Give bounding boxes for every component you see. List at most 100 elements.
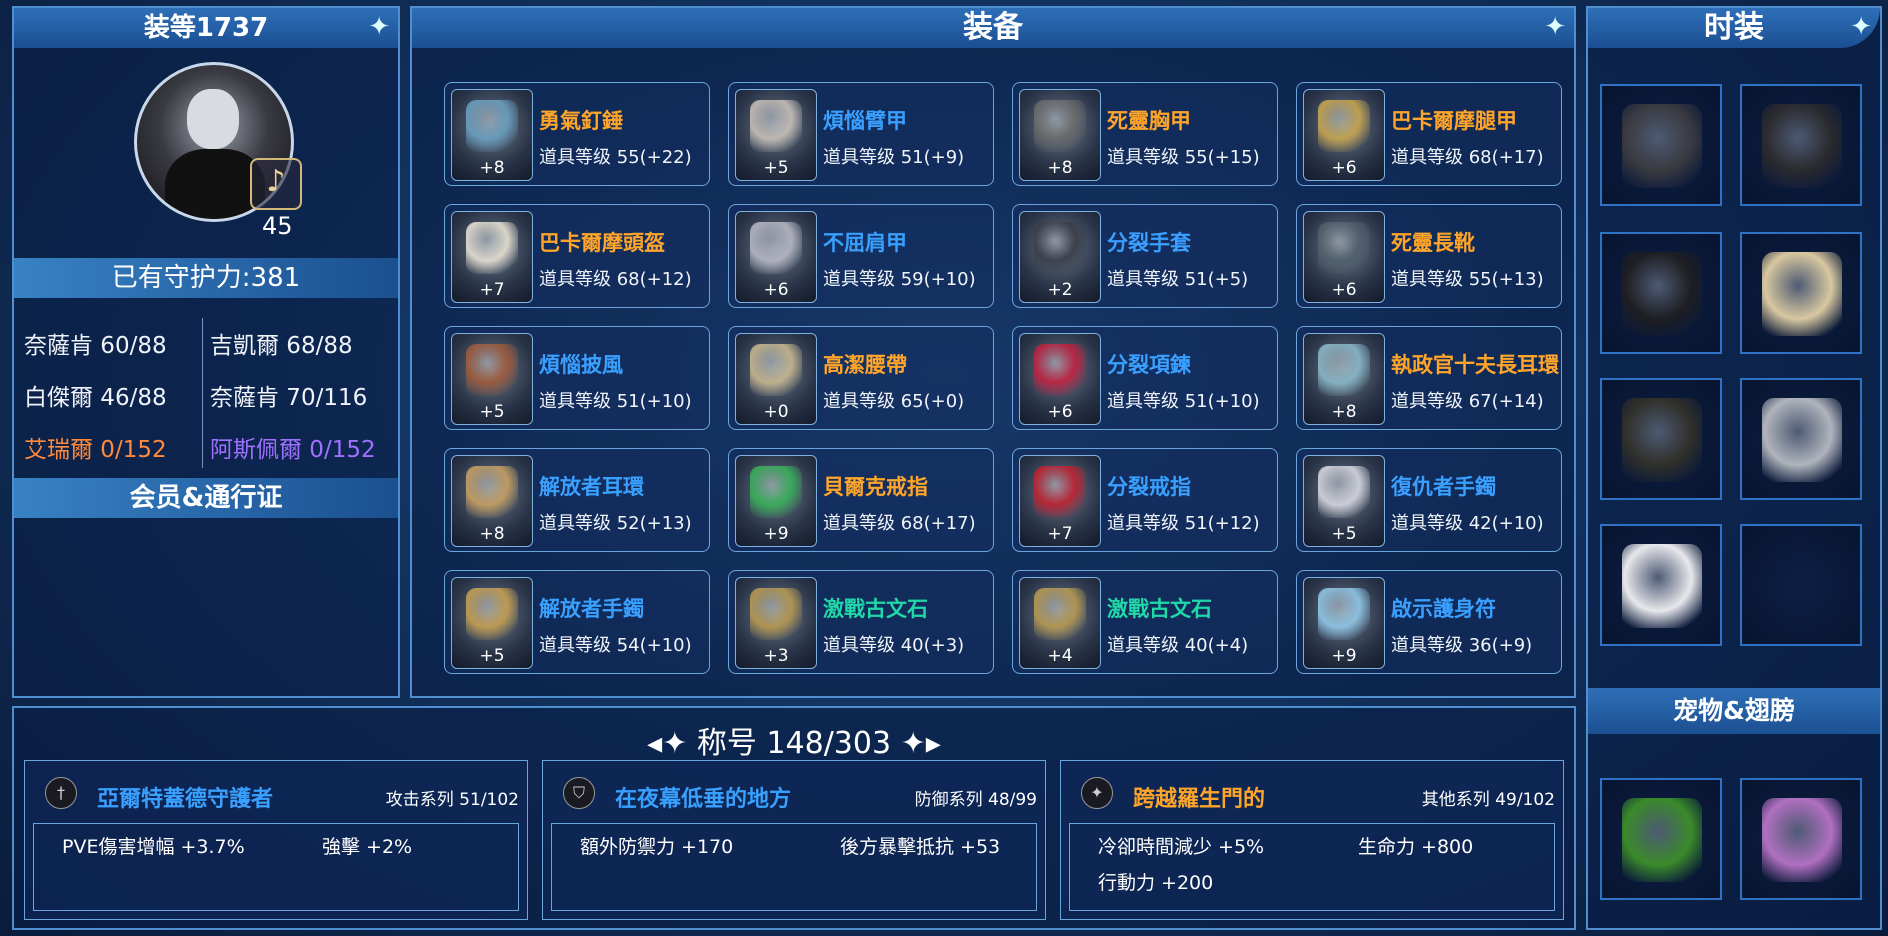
item-level: 道具等级 51(+12) [1107, 513, 1260, 534]
fashion-slot[interactable] [1600, 84, 1722, 206]
item-art [1034, 588, 1086, 640]
item-art [750, 466, 802, 518]
item-level: 道具等级 51(+9) [823, 147, 965, 168]
enhance-level: +6 [1331, 158, 1357, 178]
item-name: 貝爾克戒指 [823, 475, 928, 499]
title-stat: PVE傷害增幅 +3.7% [62, 836, 245, 858]
item-art [1318, 466, 1370, 518]
equipment-slot[interactable]: +8 解放者耳環 道具等级 52(+13) [444, 448, 710, 552]
membership-button[interactable]: 会员&通行证 [14, 478, 398, 518]
item-name: 啟示護身符 [1391, 597, 1496, 621]
earring-icon: +8 [1303, 333, 1385, 425]
equipment-slot[interactable]: +4 激戰古文石 道具等级 40(+4) [1012, 570, 1278, 674]
equipment-slot[interactable]: +2 分裂手套 道具等级 51(+5) [1012, 204, 1278, 308]
gear-score-title: 装等1737 [14, 8, 398, 48]
item-name: 勇氣釘錘 [539, 109, 623, 133]
pet-wings-title: 宠物&翅膀 [1588, 688, 1880, 734]
item-name: 激戰古文石 [1107, 597, 1212, 621]
equipment-slot[interactable]: +3 激戰古文石 道具等级 40(+3) [728, 570, 994, 674]
gloves-costume-icon [1762, 252, 1842, 336]
title-stat: 行動力 +200 [1098, 872, 1214, 894]
item-art [1318, 588, 1370, 640]
equipment-slot[interactable]: +8 執政官十夫長耳環 道具等级 67(+14) [1296, 326, 1562, 430]
ring-icon: +7 [1019, 455, 1101, 547]
equipment-slot[interactable]: +7 分裂戒指 道具等级 51(+12) [1012, 448, 1278, 552]
equipment-slot[interactable]: +9 啟示護身符 道具等级 36(+9) [1296, 570, 1562, 674]
equipment-slot[interactable]: +5 煩惱披風道具等级 51(+10) [444, 326, 710, 430]
boots-costume-icon [1622, 252, 1702, 336]
title-stat: 強擊 +2% [322, 836, 413, 858]
enhance-level: +6 [763, 280, 789, 300]
fashion-slot[interactable] [1740, 378, 1862, 500]
equipment-slot[interactable]: +5 煩惱臂甲 道具等级 51(+9) [728, 82, 994, 186]
fashion-slot[interactable] [1600, 524, 1722, 646]
item-level: 道具等级 55(+15) [1107, 147, 1260, 168]
item-art [466, 222, 518, 274]
title-category: 攻击系列 51/102 [385, 790, 519, 810]
equipment-slot[interactable]: +9 貝爾克戒指 道具等级 68(+17) [728, 448, 994, 552]
mask-costume-icon [1622, 544, 1702, 628]
item-level: 道具等级 68(+17) [823, 513, 976, 534]
fashion-slot[interactable] [1600, 232, 1722, 354]
enhance-level: +6 [1331, 280, 1357, 300]
equipment-slot[interactable]: +5 復仇者手鐲 道具等级 42(+10) [1296, 448, 1562, 552]
titles-count: ◂✦ 称号 148/303 ✦▸ [14, 718, 1574, 762]
cape-icon: +5 [451, 333, 533, 425]
equipment-slot[interactable]: +8 死靈胸甲 道具等级 55(+15) [1012, 82, 1278, 186]
item-name: 煩惱臂甲 [823, 109, 907, 133]
title-group[interactable]: ✦ 跨越羅生門的 其他系列 49/102 冷卻時間減少 +5% 生命力 +800 行動力 … [1060, 760, 1564, 920]
item-level: 道具等级 36(+9) [1391, 635, 1533, 656]
shoulder-costume-icon [1762, 398, 1842, 482]
title-category: 防御系列 48/99 [914, 790, 1037, 810]
title-stats: 額外防禦力 +170 後方暴擊抵抗 +53 [551, 823, 1037, 911]
pet-slot[interactable] [1740, 778, 1862, 900]
item-art [1318, 344, 1370, 396]
left-arrow-icon[interactable]: ◂✦ [647, 726, 697, 761]
earring-icon: +8 [451, 455, 533, 547]
item-level: 道具等级 51(+10) [539, 391, 692, 412]
empty-slot-icon [1762, 544, 1842, 628]
right-arrow-icon[interactable]: ✦▸ [891, 726, 941, 761]
title-name: 亞爾特蓋德守護者 [97, 787, 274, 812]
fashion-slot[interactable] [1740, 84, 1862, 206]
equipment-slot[interactable]: +8 勇氣釘錘 道具等级 55(+22) [444, 82, 710, 186]
equipment-slot[interactable]: +6 巴卡爾摩腿甲 道具等级 68(+17) [1296, 82, 1562, 186]
enhance-level: +5 [479, 646, 505, 666]
item-name: 解放者耳環 [539, 475, 644, 499]
equipment-slot[interactable]: +7 巴卡爾摩頭盔 道具等级 68(+12) [444, 204, 710, 308]
item-art [1034, 466, 1086, 518]
item-art [1318, 100, 1370, 152]
equipment-slot[interactable]: +6 死靈長靴 道具等级 55(+13) [1296, 204, 1562, 308]
necklace-icon: +6 [1019, 333, 1101, 425]
item-name: 不屈肩甲 [823, 231, 907, 255]
enhance-level: +3 [763, 646, 789, 666]
equipment-slot[interactable]: +5 解放者手鐲 道具等级 54(+10) [444, 570, 710, 674]
item-name: 執政官十夫長耳環 [1391, 353, 1559, 377]
stat-4: 艾瑞爾 0/152 [24, 437, 167, 463]
enhance-level: +0 [763, 402, 789, 422]
item-art [1034, 344, 1086, 396]
rune-stone-icon: +4 [1019, 577, 1101, 669]
item-art [466, 466, 518, 518]
pet-slot[interactable] [1600, 778, 1722, 900]
equipment-slot[interactable]: +6 不屈肩甲道具等级 59(+10) [728, 204, 994, 308]
bracelet-icon: +5 [1303, 455, 1385, 547]
item-level: 道具等级 59(+10) [823, 269, 976, 290]
title-stat: 後方暴擊抵抗 +53 [840, 836, 1001, 858]
item-level: 道具等级 54(+10) [539, 635, 692, 656]
stat-3: 奈薩肯 70/116 [210, 385, 368, 411]
equipment-slot[interactable]: +0 高潔腰帶 道具等级 65(+0) [728, 326, 994, 430]
equipment-slot[interactable]: +6 分裂項鍊 道具等级 51(+10) [1012, 326, 1278, 430]
title-stats: PVE傷害增幅 +3.7% 強擊 +2% [33, 823, 519, 911]
item-art [1318, 222, 1370, 274]
enhance-level: +8 [1331, 402, 1357, 422]
enhance-level: +5 [479, 402, 505, 422]
item-level: 道具等级 67(+14) [1391, 391, 1544, 412]
item-name: 煩惱披風 [539, 353, 623, 377]
fashion-slot[interactable] [1600, 378, 1722, 500]
fashion-slot[interactable] [1740, 524, 1862, 646]
title-group[interactable]: † 亞爾特蓋德守護者 攻击系列 51/102 PVE傷害增幅 +3.7% 強擊 +2% [24, 760, 528, 920]
title-group[interactable]: ⛉ 在夜幕低垂的地方 防御系列 48/99 額外防禦力 +170 後方暴擊抵抗 +53 [542, 760, 1046, 920]
fashion-slot[interactable] [1740, 232, 1862, 354]
item-name: 高潔腰帶 [823, 353, 907, 377]
